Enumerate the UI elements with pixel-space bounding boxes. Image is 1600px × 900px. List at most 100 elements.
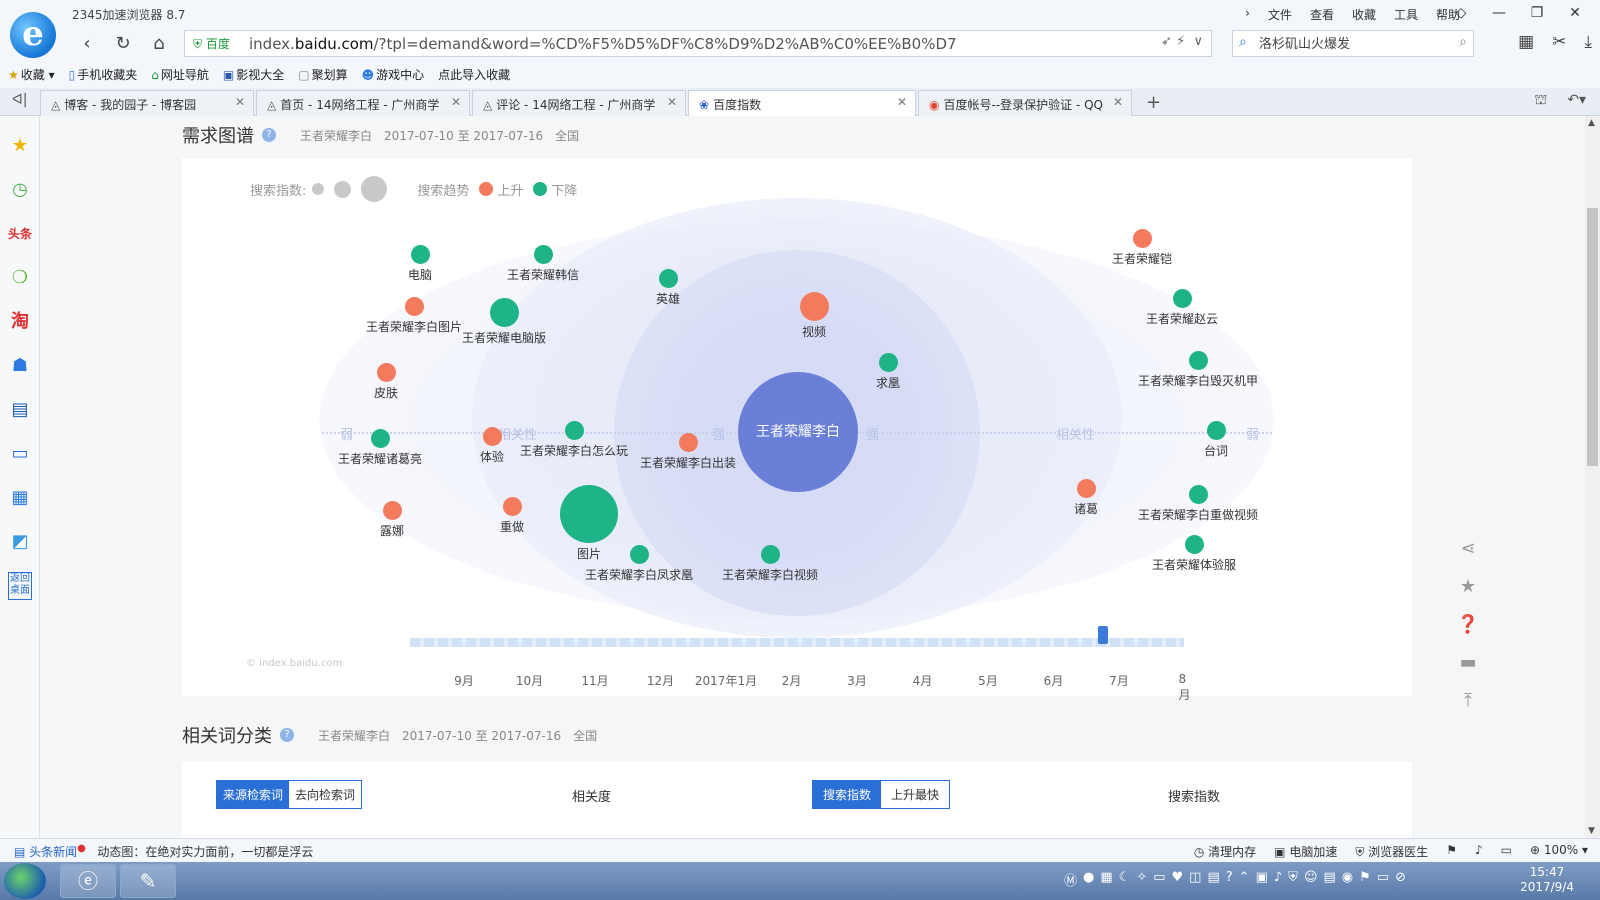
word-bubble-label[interactable]: 王者荣耀韩信 [507, 266, 579, 283]
word-bubble[interactable] [370, 428, 390, 448]
tray-icon[interactable]: ▣ [1256, 870, 1268, 889]
browser-logo-icon[interactable]: e [10, 12, 56, 58]
tray-icon[interactable]: ● [1083, 870, 1094, 889]
browser-doctor-button[interactable]: ⛨ 浏览器医生 [1355, 843, 1428, 860]
scroll-up-icon[interactable]: ▲ [1588, 118, 1595, 128]
word-bubble-label[interactable]: 王者荣耀李白重做视频 [1138, 506, 1258, 523]
word-bubble[interactable] [489, 297, 519, 327]
word-bubble[interactable] [1188, 484, 1208, 504]
calculator-icon[interactable]: ▦ [8, 486, 32, 510]
tab-close-icon[interactable]: ✕ [451, 95, 461, 109]
tab-close-icon[interactable]: ✕ [897, 95, 907, 109]
word-bubble-label[interactable]: 体验 [480, 448, 504, 465]
gamepad-icon[interactable]: ☗ [8, 354, 32, 378]
word-bubble-label[interactable]: 王者荣耀电脑版 [462, 329, 546, 346]
menu-view[interactable]: 查看 [1310, 6, 1334, 23]
tray-icon[interactable]: ▦ [1100, 870, 1112, 889]
word-bubble-label[interactable]: 王者荣耀李白毁灭机甲 [1138, 372, 1258, 389]
word-bubble[interactable] [404, 296, 424, 316]
word-bubble-label[interactable]: 王者荣耀体验服 [1152, 556, 1236, 573]
history-clock-icon[interactable]: ◷ [8, 178, 32, 202]
tray-icon[interactable]: ✧ [1136, 870, 1147, 889]
search-index-button[interactable]: 搜索指数 [813, 781, 882, 808]
speedup-button[interactable]: ▣ 电脑加速 [1274, 843, 1337, 860]
download-icon[interactable]: ⤓ [1584, 32, 1592, 52]
search-icon[interactable]: ⌕ [1459, 34, 1467, 50]
back-to-top-icon[interactable]: ⤒ [1453, 690, 1483, 728]
word-bubble[interactable] [382, 500, 402, 520]
tray-icon[interactable]: ♥ [1172, 870, 1184, 889]
source-words-button[interactable]: 来源检索词 [217, 781, 290, 808]
tab-close-icon[interactable]: ✕ [1113, 95, 1123, 109]
tab-baidu-index[interactable]: ❀ 百度指数 ✕ [688, 90, 916, 117]
word-bubble-label[interactable]: 王者荣耀李白视频 [722, 566, 818, 583]
word-bubble-label[interactable]: 英雄 [656, 290, 680, 307]
word-bubble-label[interactable]: 王者荣耀李白凤求凰 [585, 566, 693, 583]
new-tab-button[interactable]: + [1146, 92, 1161, 113]
bookmark-video[interactable]: ▣ 影视大全 [223, 66, 284, 83]
word-bubble-label[interactable]: 电脑 [408, 266, 432, 283]
tray-icon[interactable]: ▭ [1153, 870, 1165, 889]
word-bubble[interactable] [1184, 534, 1204, 554]
word-bubble[interactable] [678, 432, 698, 452]
scroll-thumb[interactable] [1587, 208, 1598, 466]
word-bubble[interactable] [878, 352, 898, 372]
flash-icon[interactable]: ⚡ [1176, 34, 1185, 49]
bookmark-mobile[interactable]: ▯ 手机收藏夹 [69, 66, 138, 83]
fastest-rising-button[interactable]: 上升最快 [881, 781, 950, 808]
start-button[interactable] [4, 863, 46, 899]
toutiao-news-icon[interactable]: 头条 [8, 222, 32, 246]
volume-icon[interactable]: ♪ [1475, 843, 1483, 860]
word-bubble-label[interactable]: 王者荣耀李白图片 [366, 318, 462, 335]
tab-cnblogs[interactable]: ◬ 博客 - 我的园子 - 博客园 ✕ [40, 90, 254, 116]
menu-arrow-icon[interactable]: › [1245, 6, 1250, 23]
tray-icon[interactable]: ⌃ [1239, 870, 1250, 889]
timeline-handle[interactable] [1098, 626, 1108, 644]
search-engine-icon[interactable]: ⌕ [1239, 34, 1247, 50]
word-bubble[interactable] [560, 485, 618, 543]
word-bubble-label[interactable]: 图片 [577, 545, 601, 562]
center-keyword-bubble[interactable]: 王者荣耀李白 [738, 372, 858, 492]
word-bubble[interactable] [1188, 350, 1208, 370]
tray-icon[interactable]: ▭ [1377, 870, 1389, 889]
scroll-down-icon[interactable]: ▼ [1588, 826, 1595, 836]
bookmark-import[interactable]: 点此导入收藏 [438, 66, 510, 83]
tray-icon[interactable]: ▤ [1207, 870, 1219, 889]
tray-icon[interactable]: ◫ [1189, 870, 1201, 889]
tray-icon[interactable]: ? [1226, 870, 1233, 889]
bookmark-nav[interactable]: ⌂ 网址导航 [151, 66, 209, 83]
rocket-icon[interactable]: ➶ [1161, 34, 1172, 49]
volume-tray-icon[interactable]: ♪ [1274, 870, 1282, 889]
word-bubble-label[interactable]: 王者荣耀诸葛亮 [338, 450, 422, 467]
url-text[interactable]: index.baidu.com/?tpl=demand&word=%CD%F5%… [249, 35, 957, 53]
window-icon[interactable]: ▭ [1501, 843, 1512, 860]
bookmark-favorites[interactable]: ★ 收藏 ▾ [8, 66, 55, 83]
back-icon[interactable]: ‹ [74, 31, 100, 57]
help-icon[interactable]: ? [262, 128, 276, 142]
word-bubble-label[interactable]: 王者荣耀铠 [1112, 250, 1172, 267]
skin-icon[interactable]: ◇ [1442, 0, 1480, 28]
news-ticker[interactable]: ▤ 头条新闻● 动态图：在绝对实力面前，一切都是浮云 [14, 843, 313, 860]
timeline-slider[interactable] [410, 626, 1184, 647]
clean-memory-button[interactable]: ◷ 清理内存 [1194, 843, 1256, 860]
tray-icon[interactable]: ⚑ [1359, 870, 1371, 889]
word-bubble[interactable] [1172, 288, 1192, 308]
collapse-sidebar-icon[interactable]: ᐊ| [12, 92, 27, 108]
word-bubble-label[interactable]: 王者荣耀李白出装 [640, 454, 736, 471]
tray-icon[interactable]: ▤ [1324, 870, 1336, 889]
ad-block-icon[interactable]: ⚑ [1446, 843, 1457, 860]
word-bubble[interactable] [658, 268, 678, 288]
page-scrollbar[interactable]: ▲ ▼ [1585, 116, 1600, 838]
tab-close-icon[interactable]: ✕ [667, 95, 677, 109]
tab-comments[interactable]: ◬ 评论 - 14网络工程 - 广州商学 ✕ [472, 90, 686, 116]
word-bubble[interactable] [482, 426, 502, 446]
minimize-button[interactable]: — [1480, 0, 1518, 28]
tray-icon[interactable]: ◉ [1342, 870, 1353, 889]
word-bubble[interactable] [799, 291, 829, 321]
word-bubble-label[interactable]: 求凰 [876, 374, 900, 391]
word-bubble-label[interactable]: 重做 [500, 518, 524, 535]
taskbar-browser-icon[interactable]: ⓔ [60, 864, 116, 898]
search-input[interactable] [1259, 35, 1449, 50]
word-bubble[interactable] [1132, 228, 1152, 248]
tray-icon[interactable]: ⊘ [1395, 870, 1406, 889]
